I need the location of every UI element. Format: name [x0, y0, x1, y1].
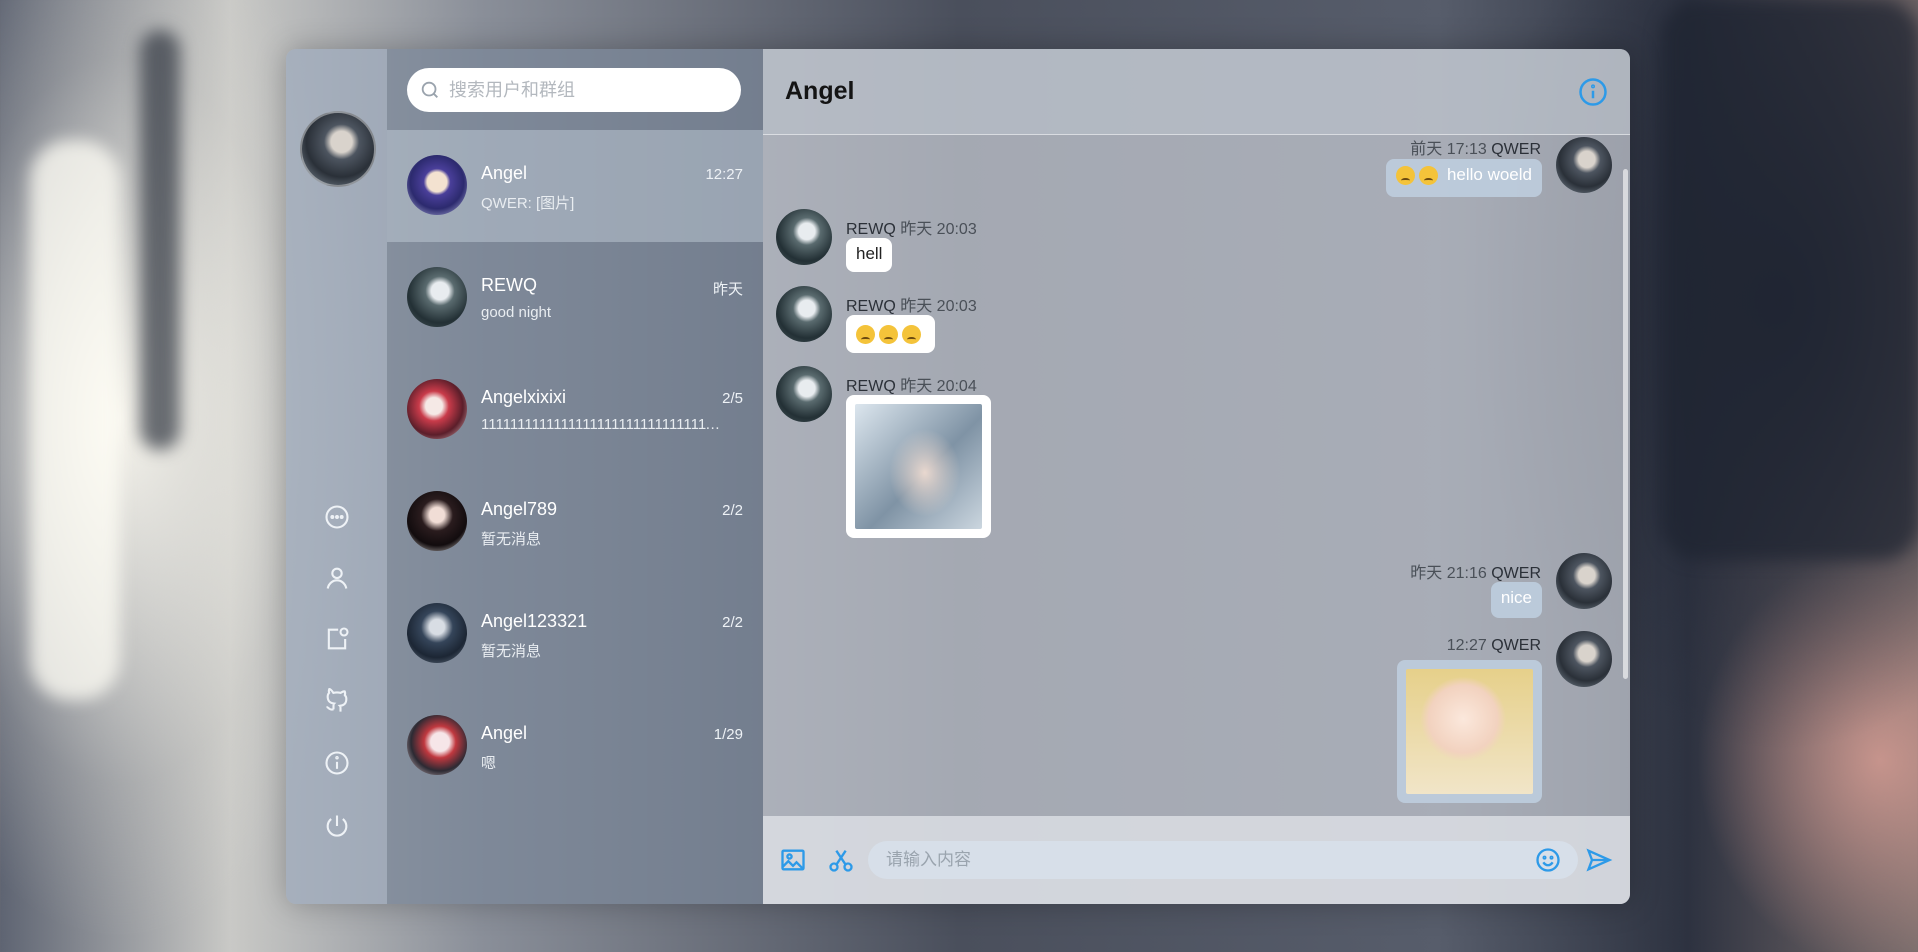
conversation-last-message: good night	[481, 304, 552, 321]
message-user: REWQ	[846, 221, 896, 238]
composer	[763, 816, 1630, 904]
avatar[interactable]	[1556, 137, 1612, 193]
message-user: QWER	[1491, 565, 1541, 582]
message-meta: REWQ 昨天 20:03	[846, 292, 977, 316]
info-icon	[1579, 78, 1607, 106]
chat-app-window: Angel 12:27 QWER: [图片] REWQ 昨天 good nigh…	[286, 49, 1630, 904]
message-meta: 昨天 21:16 QWER	[1410, 559, 1541, 583]
message-text: hell	[856, 244, 883, 263]
send-icon[interactable]	[1585, 846, 1615, 876]
message-user: QWER	[1491, 141, 1541, 158]
conversation-time: 1/29	[713, 726, 743, 743]
conversation-name: Angel	[481, 723, 528, 743]
message-text: hello woeld	[1446, 165, 1532, 184]
image-upload-icon[interactable]	[779, 846, 809, 876]
conversation-last-message: 暂无消息	[481, 531, 542, 548]
image-message[interactable]	[1397, 660, 1542, 803]
search-icon	[421, 81, 438, 98]
user-icon[interactable]	[322, 563, 352, 593]
message-meta: 前天 17:13 QWER	[1410, 135, 1541, 159]
avatar	[407, 603, 467, 663]
avatar	[407, 379, 467, 439]
message-time: 昨天 20:04	[900, 378, 977, 395]
add-group-icon[interactable]	[322, 624, 352, 654]
avatar[interactable]	[776, 209, 832, 265]
emoji-icon	[1419, 166, 1439, 186]
conversation-item[interactable]: REWQ 昨天 good night	[387, 242, 763, 354]
image-message[interactable]	[846, 395, 991, 538]
emoji-icon	[879, 325, 898, 345]
conversation-item[interactable]: Angel123321 2/2 暂无消息	[387, 578, 763, 690]
avatar	[407, 267, 467, 327]
avatar	[407, 155, 467, 215]
message-time: 12:27	[1446, 637, 1487, 654]
message-time: 昨天 20:03	[900, 221, 977, 238]
scrollbar[interactable]	[1623, 169, 1628, 679]
emoji-icon	[856, 325, 875, 345]
conversation-time: 12:27	[705, 166, 743, 183]
conversation-name: REWQ	[481, 275, 537, 295]
message-input[interactable]	[868, 841, 1578, 879]
conversation-time: 2/2	[722, 614, 743, 631]
message-image	[855, 404, 982, 529]
conversation-time: 2/2	[722, 502, 743, 519]
message-time: 昨天 21:16	[1410, 565, 1487, 582]
my-avatar[interactable]	[300, 111, 376, 187]
github-icon[interactable]	[322, 685, 352, 715]
conversation-last-message: 嗯	[481, 755, 497, 772]
message-bubble: nice	[1490, 582, 1542, 618]
message-meta: REWQ 昨天 20:04	[846, 372, 977, 396]
conversation-last-message: QWER: [图片]	[481, 195, 575, 212]
conversation-last-message: 1111111111111111111111111111111111	[481, 416, 721, 433]
conversation-item[interactable]: Angelxixixi 2/5 111111111111111111111111…	[387, 354, 763, 466]
conversation-name: Angel789	[481, 499, 558, 519]
nav-rail	[286, 49, 387, 904]
message-user: REWQ	[846, 378, 896, 395]
chat-panel: Angel 前天 17:13 QWER hello woeld REWQ 昨天 …	[763, 49, 1630, 904]
avatar	[407, 715, 467, 775]
message-bubble	[846, 315, 935, 353]
conversation-time: 2/5	[722, 390, 743, 407]
conversation-item[interactable]: Angel 12:27 QWER: [图片]	[387, 130, 763, 242]
conversation-last-message: 暂无消息	[481, 643, 542, 660]
avatar[interactable]	[1556, 553, 1612, 609]
message-text: nice	[1500, 588, 1532, 607]
conversation-name: Angel123321	[481, 611, 588, 631]
message-time: 前天 17:13	[1410, 141, 1487, 158]
message-bubble: hello woeld	[1386, 159, 1542, 197]
message-user: QWER	[1491, 637, 1541, 654]
conversation-list: Angel 12:27 QWER: [图片] REWQ 昨天 good nigh…	[387, 49, 763, 904]
search-bar	[407, 68, 741, 112]
message-meta: 12:27 QWER	[1447, 637, 1541, 655]
conversation-name: Angelxixixi	[481, 387, 567, 407]
avatar[interactable]	[776, 366, 832, 422]
conversation-name: Angel	[481, 163, 528, 183]
avatar[interactable]	[776, 286, 832, 342]
avatar[interactable]	[1556, 631, 1612, 687]
power-icon[interactable]	[322, 811, 352, 841]
message-meta: REWQ 昨天 20:03	[846, 215, 977, 239]
info-icon[interactable]	[322, 748, 352, 778]
message-image	[1406, 669, 1533, 794]
conversation-time: 昨天	[712, 281, 743, 298]
scissors-icon[interactable]	[827, 846, 857, 876]
conversation-item[interactable]: Angel 1/29 嗯	[387, 690, 763, 802]
chat-header: Angel	[763, 49, 1630, 135]
search-input[interactable]	[447, 78, 711, 102]
emoji-picker-icon[interactable]	[1534, 846, 1564, 876]
message-list[interactable]: 前天 17:13 QWER hello woeld REWQ 昨天 20:03 …	[763, 135, 1630, 816]
message-time: 昨天 20:03	[900, 298, 977, 315]
chat-info-button[interactable]	[1578, 77, 1608, 107]
message-bubble: hell	[846, 238, 893, 272]
chat-icon[interactable]	[322, 502, 352, 532]
avatar	[407, 491, 467, 551]
emoji-icon	[1396, 166, 1416, 186]
chat-title: Angel	[785, 77, 855, 105]
message-user: REWQ	[846, 298, 896, 315]
conversation-item[interactable]: Angel789 2/2 暂无消息	[387, 466, 763, 578]
emoji-icon	[902, 325, 921, 345]
